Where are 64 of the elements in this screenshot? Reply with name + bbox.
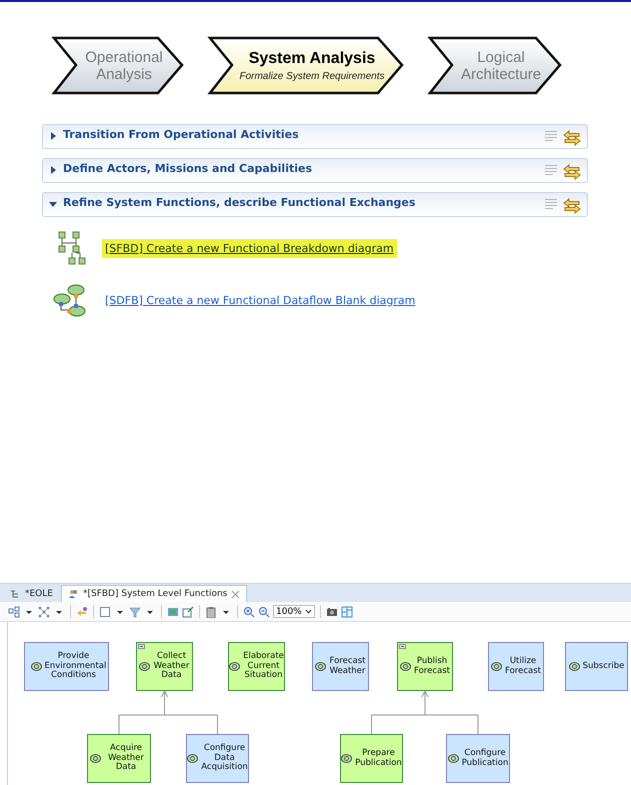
transition-icon[interactable] xyxy=(563,164,581,180)
square-icon[interactable] xyxy=(99,606,111,618)
clipboard-icon[interactable] xyxy=(205,606,217,618)
zoom-in-icon[interactable] xyxy=(243,606,255,618)
image-icon[interactable] xyxy=(167,606,179,618)
create-diagram-link[interactable]: [SFBD] Create a new Functional Breakdown diagram xyxy=(102,238,397,258)
function-icon xyxy=(187,754,198,763)
arrows-icon[interactable] xyxy=(76,606,88,618)
function-icon xyxy=(30,662,42,671)
collapse-icon[interactable] xyxy=(138,644,145,649)
section-title: Define Actors, Missions and Capabilities xyxy=(63,162,314,175)
function-icon xyxy=(341,754,352,763)
expand-icon[interactable] xyxy=(49,166,57,174)
function-box[interactable]: Acquire Weather Data xyxy=(87,734,151,783)
phase-subtitle: Formalize System Requirements xyxy=(238,71,385,82)
function-icon xyxy=(229,662,240,671)
function-box[interactable]: Forecast Weather xyxy=(312,642,369,691)
close-icon[interactable] xyxy=(231,590,240,598)
phase-step[interactable]: Operational Analysis xyxy=(50,35,186,97)
function-icon xyxy=(90,754,101,763)
function-box[interactable]: Prepare Publication xyxy=(340,734,403,783)
collapse-icon[interactable] xyxy=(49,200,57,208)
phase-title: Logical Architecture xyxy=(460,49,541,83)
function-box[interactable]: Provide Environmental Conditions xyxy=(24,642,109,691)
dataflow-diagram-icon xyxy=(52,282,88,318)
model-icon xyxy=(10,589,21,599)
function-box[interactable]: Subscribe xyxy=(565,642,628,691)
function-box[interactable]: Configure Publication xyxy=(446,734,510,783)
phase-title: Operational Analysis xyxy=(84,49,164,83)
section-header[interactable]: Define Actors, Missions and Capabilities xyxy=(42,158,588,183)
editor-tab[interactable]: *EOLE xyxy=(4,586,59,602)
phase-step[interactable]: Logical Architecture xyxy=(426,35,564,97)
camera-icon[interactable] xyxy=(326,606,338,618)
zoom-out-icon[interactable] xyxy=(258,606,270,618)
zoom-dropdown[interactable]: 100% xyxy=(273,605,315,618)
function-icon xyxy=(315,662,326,671)
section-header[interactable]: Refine System Functions, describe Functional Exchanges xyxy=(42,192,588,217)
function-icon xyxy=(139,662,150,671)
export-icon[interactable] xyxy=(182,606,194,618)
phase-title: System Analysis xyxy=(248,50,376,67)
create-diagram-link[interactable]: [SDFB] Create a new Functional Dataflow Blank diagram xyxy=(102,290,418,310)
function-box[interactable]: Utilize Forecast xyxy=(488,642,544,691)
function-box[interactable]: Collect Weather Data xyxy=(136,642,193,691)
chevron-down-icon xyxy=(305,608,312,615)
section-title: Refine System Functions, describe Functional Exchanges xyxy=(63,196,416,209)
people-icon xyxy=(68,589,79,599)
transition-icon[interactable] xyxy=(563,198,581,214)
layout-icon[interactable] xyxy=(8,606,20,618)
transition-icon[interactable] xyxy=(563,130,581,146)
function-box[interactable]: Publish Forecast xyxy=(397,642,453,691)
grid-layout-icon[interactable] xyxy=(341,606,353,618)
function-box[interactable]: Elaborate Current Situation xyxy=(228,642,285,691)
function-icon xyxy=(491,662,502,671)
section-title: Transition From Operational Activities xyxy=(63,128,300,141)
editor-tab[interactable]: *[SFBD] System Level Functions xyxy=(60,585,248,602)
function-icon xyxy=(400,662,411,671)
phase-step[interactable]: System Analysis Formalize System Requirements xyxy=(206,35,406,97)
function-icon xyxy=(448,754,459,763)
function-icon xyxy=(568,662,580,671)
network-icon[interactable] xyxy=(38,606,50,618)
section-header[interactable]: Transition From Operational Activities xyxy=(42,124,588,149)
function-box[interactable]: Configure Data Acquisition xyxy=(186,734,249,783)
collapse-icon[interactable] xyxy=(399,644,406,649)
expand-icon[interactable] xyxy=(49,132,57,140)
